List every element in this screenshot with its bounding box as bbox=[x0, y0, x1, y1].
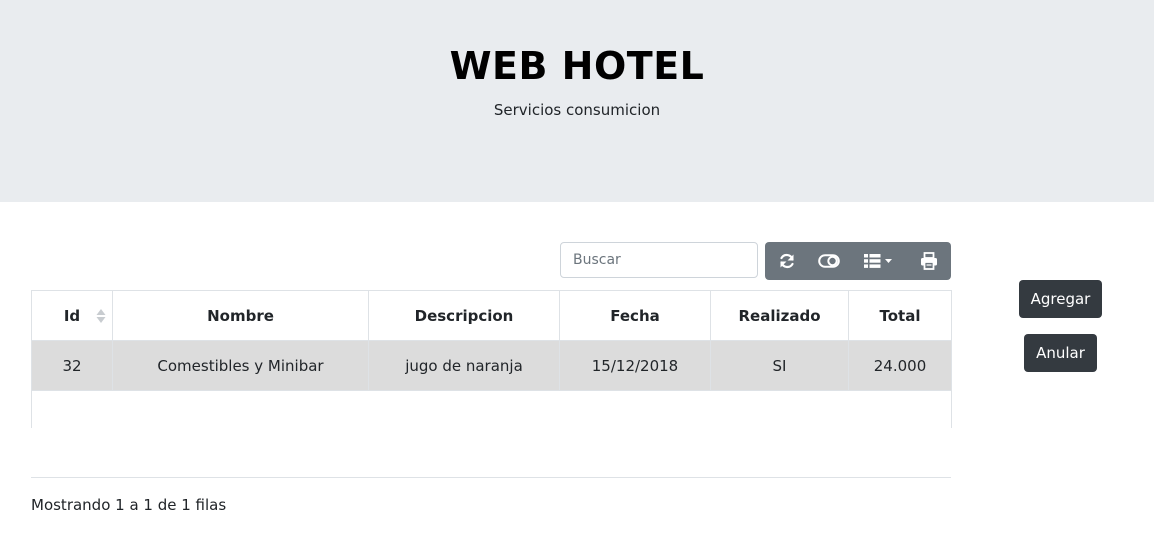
page-title: WEB HOTEL bbox=[449, 44, 705, 88]
cell-realizado: SI bbox=[710, 340, 849, 391]
cell-id: 32 bbox=[31, 340, 113, 391]
table-empty-row bbox=[31, 390, 952, 428]
columns-dropdown-button[interactable] bbox=[849, 242, 907, 280]
search-input[interactable] bbox=[560, 242, 758, 278]
refresh-icon bbox=[778, 252, 796, 270]
refresh-button[interactable] bbox=[765, 242, 809, 280]
print-icon bbox=[920, 252, 938, 270]
data-table: Id Nombre Descripcion Fecha Realizado To… bbox=[31, 290, 952, 428]
page-subtitle: Servicios consumicion bbox=[493, 101, 661, 119]
header-banner: WEB HOTEL Servicios consumicion bbox=[0, 0, 1154, 202]
table-row[interactable]: 32 Comestibles y Minibar jugo de naranja… bbox=[31, 340, 952, 391]
cell-fecha: 15/12/2018 bbox=[559, 340, 711, 391]
column-header-id[interactable]: Id bbox=[31, 290, 113, 341]
anular-button[interactable]: Anular bbox=[1024, 334, 1097, 372]
column-header-total[interactable]: Total bbox=[848, 290, 952, 341]
sort-icon bbox=[96, 309, 106, 327]
print-button[interactable] bbox=[907, 242, 951, 280]
pagination-info: Mostrando 1 a 1 de 1 filas bbox=[31, 496, 227, 514]
columns-icon bbox=[863, 253, 893, 269]
agregar-button[interactable]: Agregar bbox=[1019, 280, 1102, 318]
column-header-fecha[interactable]: Fecha bbox=[559, 290, 711, 341]
table-header-row: Id Nombre Descripcion Fecha Realizado To… bbox=[31, 290, 952, 341]
cell-total: 24.000 bbox=[848, 340, 952, 391]
column-header-realizado[interactable]: Realizado bbox=[710, 290, 849, 341]
cell-nombre: Comestibles y Minibar bbox=[112, 340, 369, 391]
table-toolbar bbox=[765, 242, 951, 280]
toggle-icon bbox=[818, 254, 840, 268]
column-header-descripcion[interactable]: Descripcion bbox=[368, 290, 560, 341]
column-header-nombre[interactable]: Nombre bbox=[112, 290, 369, 341]
empty-cell bbox=[31, 390, 952, 428]
toggle-view-button[interactable] bbox=[809, 242, 849, 280]
cell-descripcion: jugo de naranja bbox=[368, 340, 560, 391]
table-footer-divider bbox=[31, 477, 951, 478]
